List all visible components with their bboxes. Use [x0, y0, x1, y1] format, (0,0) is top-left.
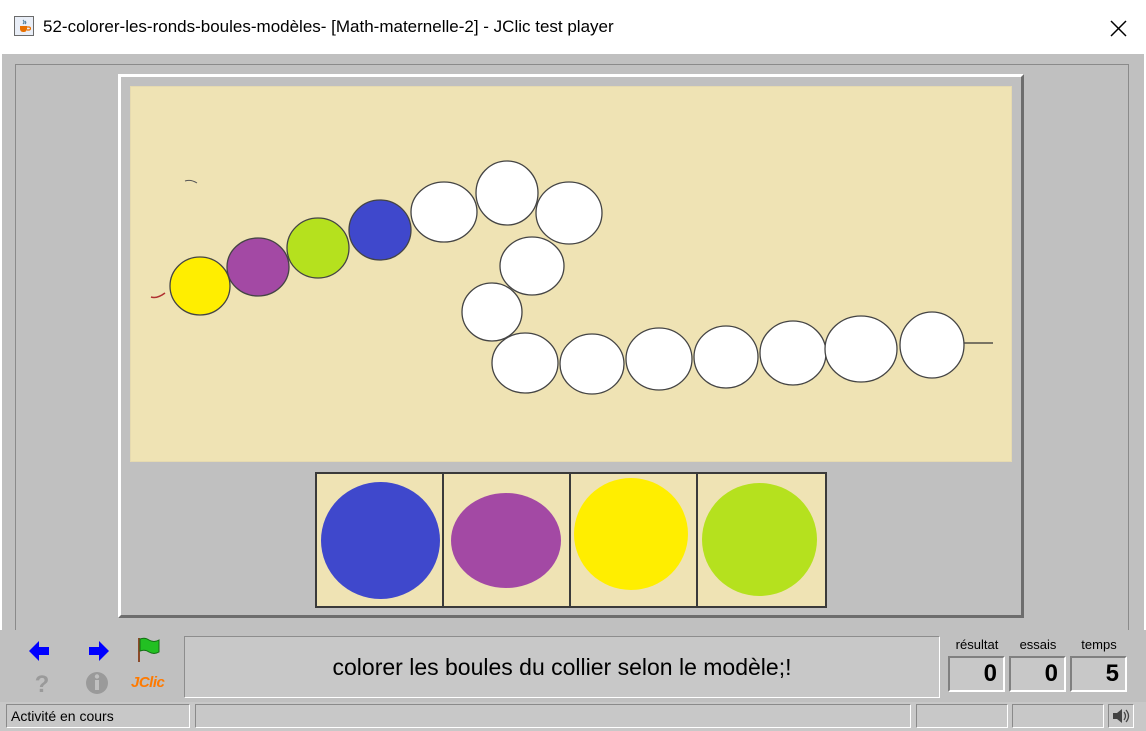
time-label: temps	[1081, 637, 1117, 652]
necklace-bead-13[interactable]	[693, 325, 759, 389]
tries-counter: 0	[1009, 656, 1066, 692]
close-icon	[1110, 20, 1127, 37]
status-bar: Activité en cours	[0, 702, 1146, 731]
necklace-bead-7[interactable]	[535, 181, 603, 245]
status-field-3	[1012, 704, 1104, 728]
jclic-logo-text: JClic	[131, 674, 165, 691]
string-end-left	[150, 292, 166, 299]
speaker-icon	[1113, 709, 1130, 723]
status-field-progress	[195, 704, 911, 728]
palette-cell-purple[interactable]	[444, 474, 571, 606]
green-disc	[702, 483, 817, 596]
necklace-bead-3[interactable]	[286, 217, 350, 279]
necklace-bead-16[interactable]	[899, 311, 965, 379]
arrow-right-icon	[89, 641, 109, 661]
previous-button[interactable]	[27, 638, 53, 664]
necklace-drawing	[150, 160, 993, 395]
necklace-bead-15[interactable]	[824, 315, 898, 383]
necklace-bead-10[interactable]	[491, 332, 559, 394]
necklace-bead-5[interactable]	[410, 181, 478, 243]
color-palette	[315, 472, 827, 608]
sound-button[interactable]	[1108, 704, 1134, 728]
yellow-disc	[574, 478, 688, 590]
necklace-area	[130, 86, 1012, 462]
info-icon	[86, 672, 108, 694]
score-label: résultat	[955, 637, 999, 652]
necklace-bead-9[interactable]	[461, 282, 523, 342]
necklace-bead-14[interactable]	[759, 320, 827, 386]
purple-disc	[451, 493, 561, 588]
question-icon: ?	[35, 671, 50, 698]
necklace-bead-11[interactable]	[559, 333, 625, 395]
help-button[interactable]: ?	[29, 670, 55, 698]
necklace-bead-8[interactable]	[499, 236, 565, 296]
next-button[interactable]	[85, 638, 111, 664]
status-text: Activité en cours	[6, 704, 190, 728]
title-bar: 52-colorer-les-ronds-boules-modèles- [Ma…	[0, 0, 1146, 54]
status-field-2	[916, 704, 1008, 728]
green-flag-icon	[138, 637, 160, 662]
jclic-logo[interactable]: JClic	[131, 674, 173, 694]
pencil-mark	[184, 179, 198, 184]
tries-label: essais	[1019, 637, 1057, 652]
score-counter: 0	[948, 656, 1005, 692]
palette-cell-green[interactable]	[698, 474, 825, 606]
window-title: 52-colorer-les-ronds-boules-modèles- [Ma…	[43, 17, 614, 36]
arrow-left-icon	[29, 641, 49, 661]
necklace-bead-2[interactable]	[226, 237, 290, 297]
necklace-bead-12[interactable]	[625, 327, 693, 391]
necklace-bead-6[interactable]	[475, 160, 539, 226]
instruction-message: colorer les boules du collier selon le m…	[332, 653, 792, 680]
necklace-bead-1[interactable]	[169, 256, 231, 316]
palette-cell-yellow[interactable]	[571, 474, 698, 606]
palette-cell-blue[interactable]	[317, 474, 444, 606]
svg-text:?: ?	[35, 671, 50, 696]
info-button[interactable]	[84, 670, 110, 696]
necklace-bead-4[interactable]	[348, 199, 412, 261]
message-box: colorer les boules du collier selon le m…	[184, 636, 940, 698]
reset-flag-button[interactable]	[136, 636, 162, 662]
close-button[interactable]	[1098, 8, 1138, 48]
time-counter: 5	[1070, 656, 1127, 692]
java-cup-icon	[14, 16, 34, 36]
blue-disc	[321, 482, 440, 599]
